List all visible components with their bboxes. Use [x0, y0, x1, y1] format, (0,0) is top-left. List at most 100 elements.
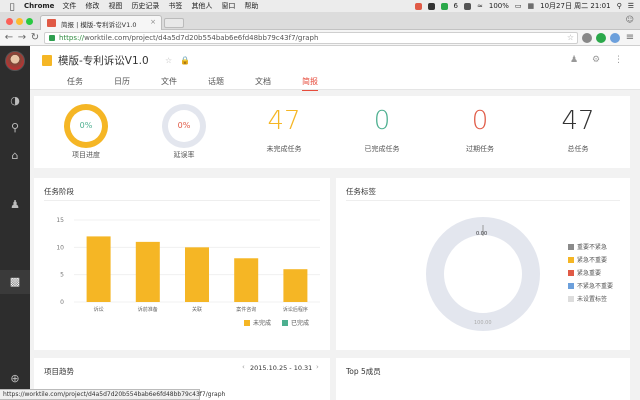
legend-item[interactable]: 不紧急不重要	[568, 281, 613, 290]
next-week-icon[interactable]: ›	[316, 363, 319, 371]
bar-3[interactable]	[234, 258, 259, 302]
x-tick-label: 诉讼	[94, 306, 104, 313]
prev-week-icon[interactable]: ‹	[242, 363, 245, 371]
window-zoom-icon[interactable]	[26, 18, 33, 25]
tab-calendar[interactable]: 日历	[114, 76, 130, 87]
donut-ring	[426, 217, 540, 331]
legend-item[interactable]: 紧急不重要	[568, 255, 613, 264]
legend-label: 紧急重要	[577, 270, 602, 277]
menu-help[interactable]: 帮助	[244, 1, 258, 11]
app-menu-chrome[interactable]: Chrome	[24, 2, 54, 10]
tab-close-icon[interactable]: ×	[150, 18, 156, 26]
menu-history[interactable]: 历史记录	[131, 1, 159, 11]
battery-text[interactable]: 100%	[489, 2, 509, 10]
battery-icon[interactable]: ▭	[515, 2, 522, 10]
legend-label: 未完成	[253, 320, 272, 327]
inbox-icon[interactable]: ▩	[8, 275, 22, 289]
overdue-count: 0	[471, 106, 489, 136]
tray-app-icon-2[interactable]	[427, 2, 435, 10]
contacts-icon[interactable]: ♟	[8, 198, 22, 212]
browser-tab-bar: 简报 | 模版-专利诉讼V1.0 × ☺	[0, 12, 640, 30]
reload-icon[interactable]: ↻	[29, 32, 41, 44]
extension-icon-3[interactable]	[610, 33, 620, 43]
legend-swatch	[282, 320, 288, 326]
legend-swatch	[568, 283, 574, 289]
wechat-icon[interactable]	[440, 2, 448, 10]
new-tab-button[interactable]	[164, 18, 184, 28]
apple-icon[interactable]: 	[6, 2, 18, 11]
favicon-icon	[47, 19, 56, 27]
legend-label: 已完成	[291, 320, 310, 327]
link-status-bar: https://worktile.com/project/d4a5d7d20b5…	[0, 389, 225, 400]
back-icon[interactable]: ←	[3, 32, 15, 44]
legend-item[interactable]: 紧急重要	[568, 268, 613, 277]
legend-item[interactable]: 重要不紧急	[568, 242, 613, 251]
tray-app-icon-3[interactable]	[464, 2, 471, 10]
delay-label: 延误率	[173, 151, 195, 159]
star-icon[interactable]: ☆	[165, 56, 172, 65]
tab-title: 简报 | 模版-专利诉讼V1.0	[61, 21, 137, 29]
legend-swatch	[568, 244, 574, 250]
extension-icon-2[interactable]	[596, 33, 606, 43]
tags-legend: 重要不紧急 紧急不重要 紧急重要 不紧急不重要 未设置标签	[568, 242, 613, 307]
browser-tab[interactable]: 简报 | 模版-专利诉讼V1.0 ×	[40, 15, 162, 30]
tab-files[interactable]: 文件	[161, 76, 177, 87]
project-header: 模版-专利诉讼V1.0 ☆ 🔒 ♟ ⚙ ⋮ 任务 日历 文件 话题 文档 简报	[30, 46, 640, 91]
progress-value: 0%	[70, 110, 102, 142]
home-icon[interactable]: ⌂	[8, 149, 22, 163]
finished-label: 已完成任务	[364, 145, 400, 153]
menu-bookmarks[interactable]: 书签	[168, 1, 182, 11]
y-tick-label: 0	[60, 299, 64, 306]
menu-edit[interactable]: 修改	[85, 1, 99, 11]
tab-tasks[interactable]: 任务	[67, 76, 83, 87]
window-close-icon[interactable]	[6, 18, 13, 25]
notification-center-icon[interactable]: ☰	[628, 2, 634, 10]
delay-value: 0%	[168, 110, 200, 142]
mac-menubar:  Chrome 文件 修改 视图 历史记录 书签 其他人 窗口 帮助 6 ≈ …	[0, 0, 640, 12]
profile-icon[interactable]: ☺	[626, 15, 634, 24]
top5-members-panel: Top 5成员	[336, 358, 630, 400]
x-tick-label: 关联	[192, 306, 202, 313]
forward-icon[interactable]: →	[16, 32, 28, 44]
task-stage-panel: 任务阶段 15 10 5 0 诉讼 诉前准备 关联 案件咨询 诉讼后程序 未完成 已完成	[34, 178, 330, 350]
add-icon[interactable]: ⊕	[8, 372, 22, 386]
lock-icon[interactable]: 🔒	[180, 56, 190, 65]
url-scheme: https://	[59, 34, 85, 42]
search-icon[interactable]: ⚲	[8, 121, 22, 135]
window-minimize-icon[interactable]	[16, 18, 23, 25]
unfinished-count: 47	[267, 106, 301, 136]
wifi-icon[interactable]: ≈	[477, 2, 483, 10]
settings-icon[interactable]: ⚙	[592, 55, 600, 65]
user-avatar[interactable]	[5, 51, 25, 71]
url-field[interactable]: https://worktile.com/project/d4a5d7d20b5…	[44, 32, 578, 44]
menu-file[interactable]: 文件	[62, 1, 76, 11]
clock-text[interactable]: 10月27日 周二 21:01	[540, 1, 610, 11]
menu-people[interactable]: 其他人	[191, 1, 212, 11]
menu-window[interactable]: 窗口	[221, 1, 235, 11]
extension-icon[interactable]	[582, 33, 592, 43]
search-icon[interactable]: ⚲	[617, 2, 622, 10]
tab-docs[interactable]: 文档	[255, 76, 271, 87]
bar-2[interactable]	[185, 247, 209, 302]
menu-view[interactable]: 视图	[108, 1, 122, 11]
task-tags-panel: 任务标签 0.00 100.00 重要不紧急 紧急不重要 紧急重要 不紧急不重要…	[336, 178, 630, 350]
input-source-icon[interactable]: ▦	[528, 2, 535, 10]
x-tick-label: 诉前准备	[138, 306, 158, 313]
bar-4[interactable]	[283, 269, 308, 302]
more-icon[interactable]: ⋮	[614, 55, 623, 65]
tray-app-icon[interactable]	[414, 2, 422, 10]
x-tick-label: 诉讼后程序	[283, 306, 308, 313]
dashboard-icon[interactable]: ◑	[8, 94, 22, 108]
project-icon	[42, 55, 52, 66]
tab-topics[interactable]: 话题	[208, 76, 224, 87]
chrome-menu-icon[interactable]: ≡	[624, 32, 636, 44]
bar-1[interactable]	[135, 241, 160, 302]
members-icon[interactable]: ♟	[570, 55, 578, 65]
top5-title: Top 5成员	[346, 367, 381, 376]
tab-brief[interactable]: 简报	[302, 76, 318, 91]
legend-item[interactable]: 未设置标签	[568, 294, 613, 303]
bookmark-star-icon[interactable]: ☆	[567, 33, 574, 43]
legend-finished: 已完成	[282, 318, 309, 327]
bar-0[interactable]	[86, 236, 111, 302]
donut-bottom-label: 100.00	[474, 320, 492, 326]
